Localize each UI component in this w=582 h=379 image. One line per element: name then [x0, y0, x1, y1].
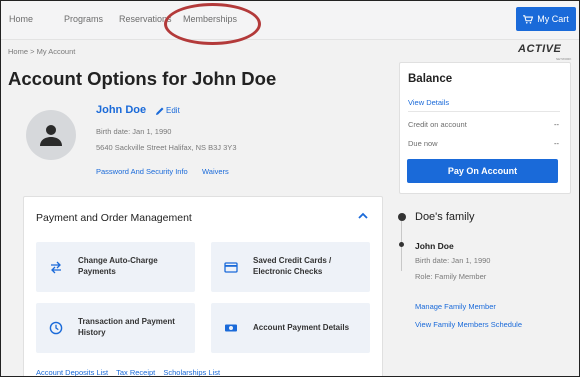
- tile-label: Transaction and Payment History: [78, 316, 175, 338]
- tile-change-auto-charge[interactable]: Change Auto-Charge Payments: [36, 242, 195, 292]
- annotation-circle: [164, 3, 261, 45]
- view-details-link[interactable]: View Details: [408, 98, 449, 107]
- balance-divider: [408, 111, 560, 112]
- timeline-dot: [398, 213, 406, 221]
- credit-on-account-value: --: [554, 120, 559, 129]
- my-cart-button[interactable]: My Cart: [516, 7, 576, 31]
- family-title: Doe's family: [415, 211, 475, 223]
- breadcrumb: Home > My Account: [8, 47, 75, 56]
- tile-line-1: Saved Credit Cards /: [253, 256, 332, 265]
- page-title: Account Options for John Doe: [8, 68, 277, 89]
- chevron-up-icon[interactable]: [358, 211, 368, 221]
- tile-line-2: Payments: [78, 267, 116, 276]
- clock-icon: [49, 321, 63, 335]
- swap-arrows-icon: [51, 261, 61, 274]
- tile-label: Saved Credit Cards / Electronic Checks: [253, 255, 331, 277]
- tile-saved-credit-cards[interactable]: Saved Credit Cards / Electronic Checks: [211, 242, 370, 292]
- tax-receipt-link[interactable]: Tax Receipt: [116, 368, 155, 376]
- due-now-value: --: [554, 139, 559, 148]
- breadcrumb-home[interactable]: Home: [8, 47, 28, 56]
- active-logo: ACTIVE: [518, 43, 562, 55]
- nav-home[interactable]: Home: [9, 14, 33, 24]
- family-member-birth: Birth date: Jan 1, 1990: [415, 256, 491, 265]
- password-security-link[interactable]: Password And Security Info: [96, 167, 188, 176]
- breadcrumb-current: My Account: [36, 47, 76, 56]
- account-name: John Doe: [96, 104, 147, 116]
- edit-link[interactable]: Edit: [156, 106, 180, 115]
- credit-on-account-label: Credit on account: [408, 120, 467, 129]
- due-now-label: Due now: [408, 139, 438, 148]
- nav-programs[interactable]: Programs: [64, 14, 103, 24]
- top-nav: Home Programs Reservations Memberships M…: [1, 1, 579, 40]
- scholarships-link[interactable]: Scholarships List: [163, 368, 220, 376]
- money-icon: [225, 324, 237, 332]
- balance-title: Balance: [408, 73, 453, 85]
- credit-card-icon: [224, 262, 238, 273]
- waivers-link[interactable]: Waivers: [202, 167, 229, 176]
- tile-line-1: Account Payment Details: [253, 323, 350, 332]
- pencil-icon: [156, 107, 164, 115]
- cart-icon: [523, 14, 534, 24]
- tile-line-2: Electronic Checks: [253, 267, 323, 276]
- payment-panel-title: Payment and Order Management: [36, 212, 192, 224]
- account-birth-date: Birth date: Jan 1, 1990: [96, 127, 172, 136]
- manage-family-member-link[interactable]: Manage Family Member: [415, 302, 496, 311]
- active-logo-sub: NETWORK: [556, 57, 572, 61]
- view-family-schedule-link[interactable]: View Family Members Schedule: [415, 320, 522, 329]
- page-frame: Home Programs Reservations Memberships M…: [0, 0, 580, 377]
- pay-on-account-button[interactable]: Pay On Account: [407, 159, 558, 183]
- tile-line-1: Change Auto-Charge: [78, 256, 158, 265]
- account-deposits-link[interactable]: Account Deposits List: [36, 368, 108, 376]
- tile-label: Change Auto-Charge Payments: [78, 255, 158, 277]
- account-address: 5640 Sackville Street Halifax, NS B3J 3Y…: [96, 143, 237, 152]
- tile-account-payment-details[interactable]: Account Payment Details: [211, 303, 370, 353]
- my-cart-label: My Cart: [537, 14, 569, 24]
- tile-label: Account Payment Details: [253, 322, 349, 333]
- person-icon: [40, 125, 62, 146]
- payment-links: Account Deposits List Tax Receipt Schola…: [36, 368, 226, 376]
- tile-line-1: Transaction and Payment: [78, 317, 175, 326]
- family-member-role: Role: Family Member: [415, 272, 487, 281]
- timeline-dot-member: [399, 242, 404, 247]
- avatar: [26, 110, 76, 160]
- family-member-name: John Doe: [415, 241, 454, 251]
- tile-transaction-history[interactable]: Transaction and Payment History: [36, 303, 195, 353]
- edit-label: Edit: [166, 106, 180, 115]
- tile-line-2: History: [78, 328, 106, 337]
- breadcrumb-separator: >: [30, 47, 35, 56]
